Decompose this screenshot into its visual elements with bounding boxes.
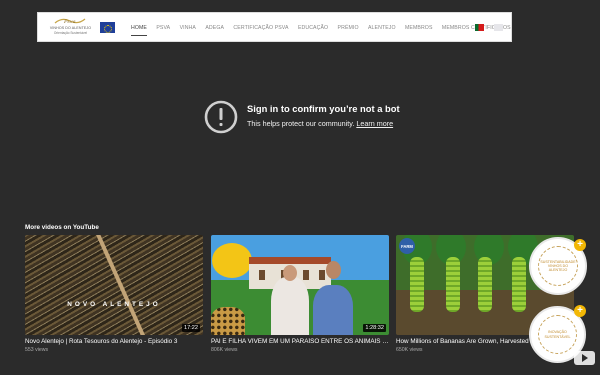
thumbnail-banana-bunch [512,257,526,312]
eu-flag-icon [100,22,115,33]
signin-title: Sign in to confirm you’re not a bot [247,103,400,114]
sustainability-badge-text: SUSTENTABILIDADE VINHOS DO ALENTEJO [538,246,578,286]
site-logo[interactable]: Psva VINHOS DO ALENTEJO Orientação Suste… [43,16,98,38]
svg-text:Psva: Psva [63,19,76,25]
channel-avatar: FARM [399,238,415,254]
logo-graphic: Psva [54,18,86,25]
more-videos-heading: More videos on YouTube [25,224,99,231]
menu-item-certificacao[interactable]: CERTIFICAÇÃO PSVA [233,25,288,31]
signin-notice: Sign in to confirm you’re not a bot This… [204,100,464,134]
signin-subtitle: This helps protect our community. Learn … [247,119,393,128]
innovation-badge-text: INOVAÇÃO SUSTENTÁVEL [538,315,577,354]
thumbnail-text: NOVO ALENTEJO [67,301,161,308]
menu-item-home[interactable]: HOME [131,25,147,36]
logo-subtitle: Orientação Sustentável [53,31,88,35]
thumbnail-person [271,265,309,335]
thumbnail-tree [212,243,252,278]
video-duration: 1:28:32 [363,324,386,332]
thumbnail-leopard [211,307,245,335]
menu-item-vinha[interactable]: VINHA [180,25,196,31]
warning-icon [204,100,238,134]
thumbnail-banana-bunch [478,257,492,312]
plus-icon[interactable]: + [574,305,586,317]
thumbnail-banana-bunch [446,257,460,312]
menu-item-premio[interactable]: PRÉMIO [338,25,359,31]
menu-item-adega[interactable]: ADEGA [205,25,224,31]
video-title[interactable]: PAI E FILHA VIVEM EM UM PARAÍSO ENTRE OS… [211,338,389,345]
thumbnail-person [313,261,353,335]
video-duration: 17:22 [182,324,200,332]
plus-icon[interactable]: + [574,239,586,251]
video-thumbnail[interactable]: NOVO ALENTEJO 17:22 [25,235,203,335]
video-views: 806K views [211,347,238,353]
menu-item-educacao[interactable]: EDUCAÇÃO [298,25,328,31]
video-views: 553 views [25,347,49,353]
menu-item-psva[interactable]: PSVA [156,25,170,31]
signin-subtitle-text: This helps protect our community. [247,119,355,128]
portugal-flag-icon[interactable] [475,24,484,31]
logo-title: VINHOS DO ALENTEJO [49,26,92,30]
video-card[interactable]: NOVO ALENTEJO 17:22 Novo Alentejo | Rota… [25,235,203,353]
site-navbar: Psva VINHOS DO ALENTEJO Orientação Suste… [37,12,512,42]
english-flag-icon[interactable] [494,24,503,31]
main-menu: HOME PSVA VINHA ADEGA CERTIFICAÇÃO PSVA … [131,13,520,43]
learn-more-link[interactable]: Learn more [356,119,393,128]
youtube-logo-icon[interactable] [574,351,595,365]
menu-item-membros[interactable]: MEMBROS [405,25,433,31]
thumbnail-banana-bunch [410,257,424,312]
menu-item-alentejo[interactable]: ALENTEJO [368,25,396,31]
video-thumbnail[interactable]: 1:28:32 [211,235,389,335]
video-title[interactable]: Novo Alentejo | Rota Tesouros do Alentej… [25,338,203,345]
thumbnail-road [94,235,156,335]
video-card[interactable]: 1:28:32 PAI E FILHA VIVEM EM UM PARAÍSO … [211,235,389,353]
